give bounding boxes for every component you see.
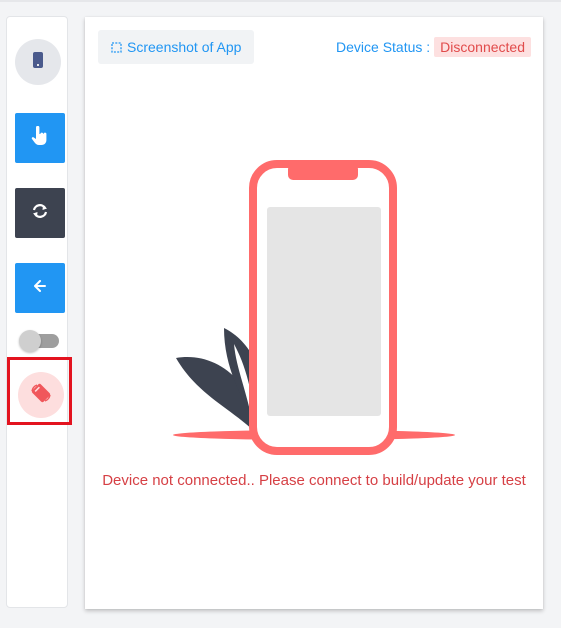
phone-illustration <box>172 144 457 469</box>
arrow-left-icon <box>34 279 46 297</box>
sync-icon <box>32 203 48 223</box>
rotate-button[interactable] <box>18 372 64 418</box>
device-panel: Screenshot of App Device Status : Discon… <box>85 17 543 609</box>
device-button[interactable] <box>15 39 61 85</box>
device-status-label: Device Status : <box>336 39 431 55</box>
phone-device <box>249 160 397 455</box>
screenshot-label: Screenshot of App <box>127 39 242 55</box>
back-button[interactable] <box>15 263 65 313</box>
rotate-device-icon <box>30 382 52 409</box>
mobile-device-icon <box>33 51 43 73</box>
screenshot-button[interactable]: Screenshot of App <box>98 30 254 64</box>
toggle-knob <box>19 330 41 352</box>
refresh-button[interactable] <box>15 188 65 238</box>
hand-pointer-icon <box>31 125 49 151</box>
crop-select-icon <box>111 41 122 53</box>
top-divider <box>0 0 561 2</box>
device-status: Device Status : Disconnected <box>336 37 531 57</box>
sidebar <box>6 16 72 608</box>
connection-message: Device not connected.. Please connect to… <box>102 472 526 489</box>
status-badge: Disconnected <box>434 37 531 57</box>
tap-button[interactable] <box>15 113 65 163</box>
mode-toggle[interactable] <box>19 330 61 352</box>
